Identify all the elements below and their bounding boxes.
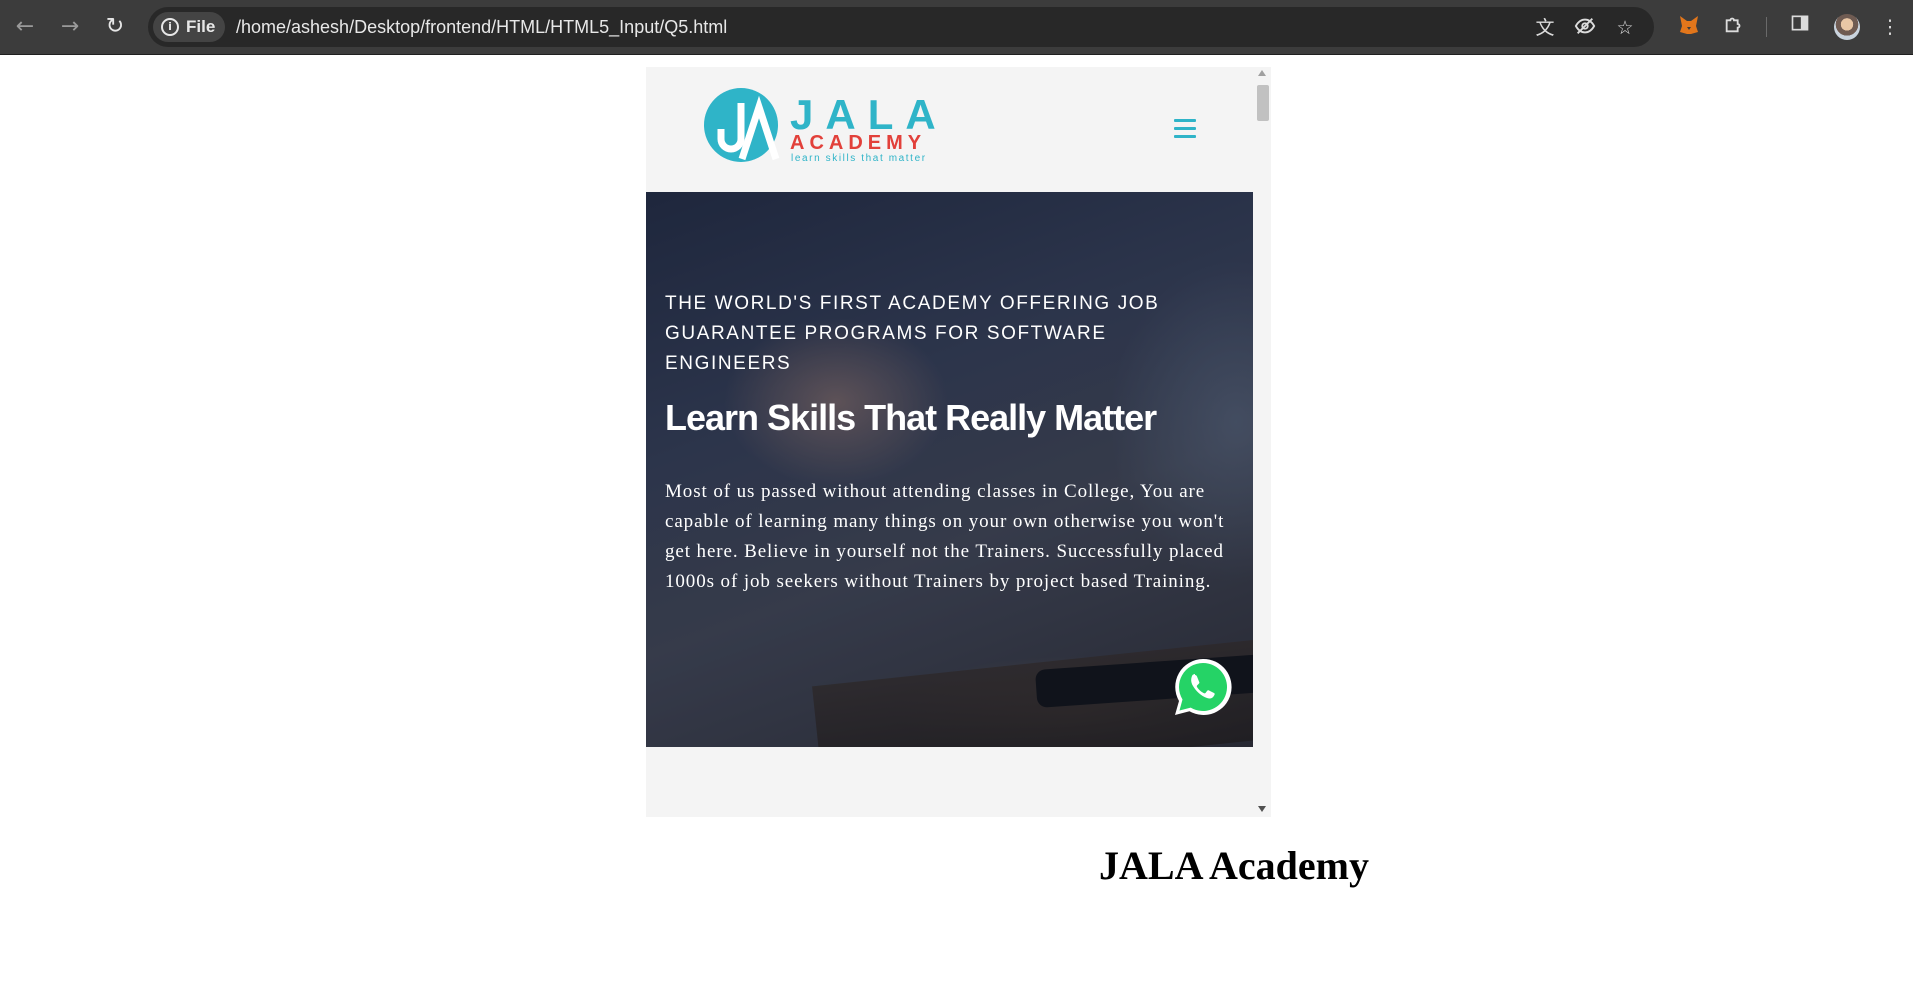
info-icon: i: [161, 18, 179, 36]
translate-icon[interactable]: 文: [1532, 15, 1558, 41]
extensions-puzzle-icon[interactable]: [1720, 13, 1748, 41]
hero-headline: Learn Skills That Really Matter: [665, 397, 1157, 438]
scheme-label: File: [186, 17, 216, 36]
scroll-up-arrow-icon[interactable]: [1258, 70, 1266, 76]
address-bar[interactable]: i File /home/ashesh/Desktop/frontend/HTM…: [148, 7, 1654, 47]
url-text[interactable]: /home/ashesh/Desktop/frontend/HTML/HTML5…: [236, 7, 727, 47]
site-info-chip[interactable]: i File: [153, 12, 226, 42]
star-icon[interactable]: ☆: [1612, 15, 1638, 41]
hero-overlay: [646, 192, 1253, 747]
page-heading: JALA Academy: [1099, 843, 1369, 888]
scroll-thumb[interactable]: [1257, 85, 1269, 121]
reload-icon[interactable]: ↻: [101, 13, 129, 41]
hamburger-menu-icon[interactable]: [1174, 119, 1196, 139]
more-vert-icon[interactable]: ⋮: [1876, 13, 1904, 41]
metamask-fox-icon[interactable]: [1675, 13, 1703, 41]
jala-academy-logo[interactable]: JALA ACADEMY learn skills that matter: [702, 85, 942, 163]
svg-text:ACADEMY: ACADEMY: [790, 132, 926, 154]
scroll-down-arrow-icon[interactable]: [1258, 806, 1266, 812]
profile-avatar[interactable]: [1834, 14, 1860, 40]
whatsapp-icon[interactable]: [1171, 655, 1235, 719]
forward-arrow-icon[interactable]: →: [56, 13, 84, 41]
browser-toolbar: ← → ↻ i File /home/ashesh/Desktop/fronte…: [0, 0, 1913, 55]
hero-tagline: THE WORLD'S FIRST ACADEMY OFFERING JOB G…: [665, 293, 1160, 374]
side-panel-icon[interactable]: [1786, 13, 1814, 41]
back-arrow-icon[interactable]: ←: [11, 13, 39, 41]
site-header: JALA ACADEMY learn skills that matter: [646, 67, 1253, 192]
eye-off-icon[interactable]: [1572, 15, 1598, 41]
hero-description: Most of us passed without attending clas…: [665, 481, 1225, 592]
hero-banner: THE WORLD'S FIRST ACADEMY OFFERING JOB G…: [646, 192, 1253, 747]
frame-scrollbar[interactable]: [1253, 67, 1271, 817]
svg-text:learn skills that matter: learn skills that matter: [791, 153, 927, 163]
embedded-website-frame: JALA ACADEMY learn skills that matter TH…: [646, 67, 1271, 817]
svg-text:JALA: JALA: [790, 91, 942, 138]
toolbar-divider: [1766, 17, 1767, 37]
